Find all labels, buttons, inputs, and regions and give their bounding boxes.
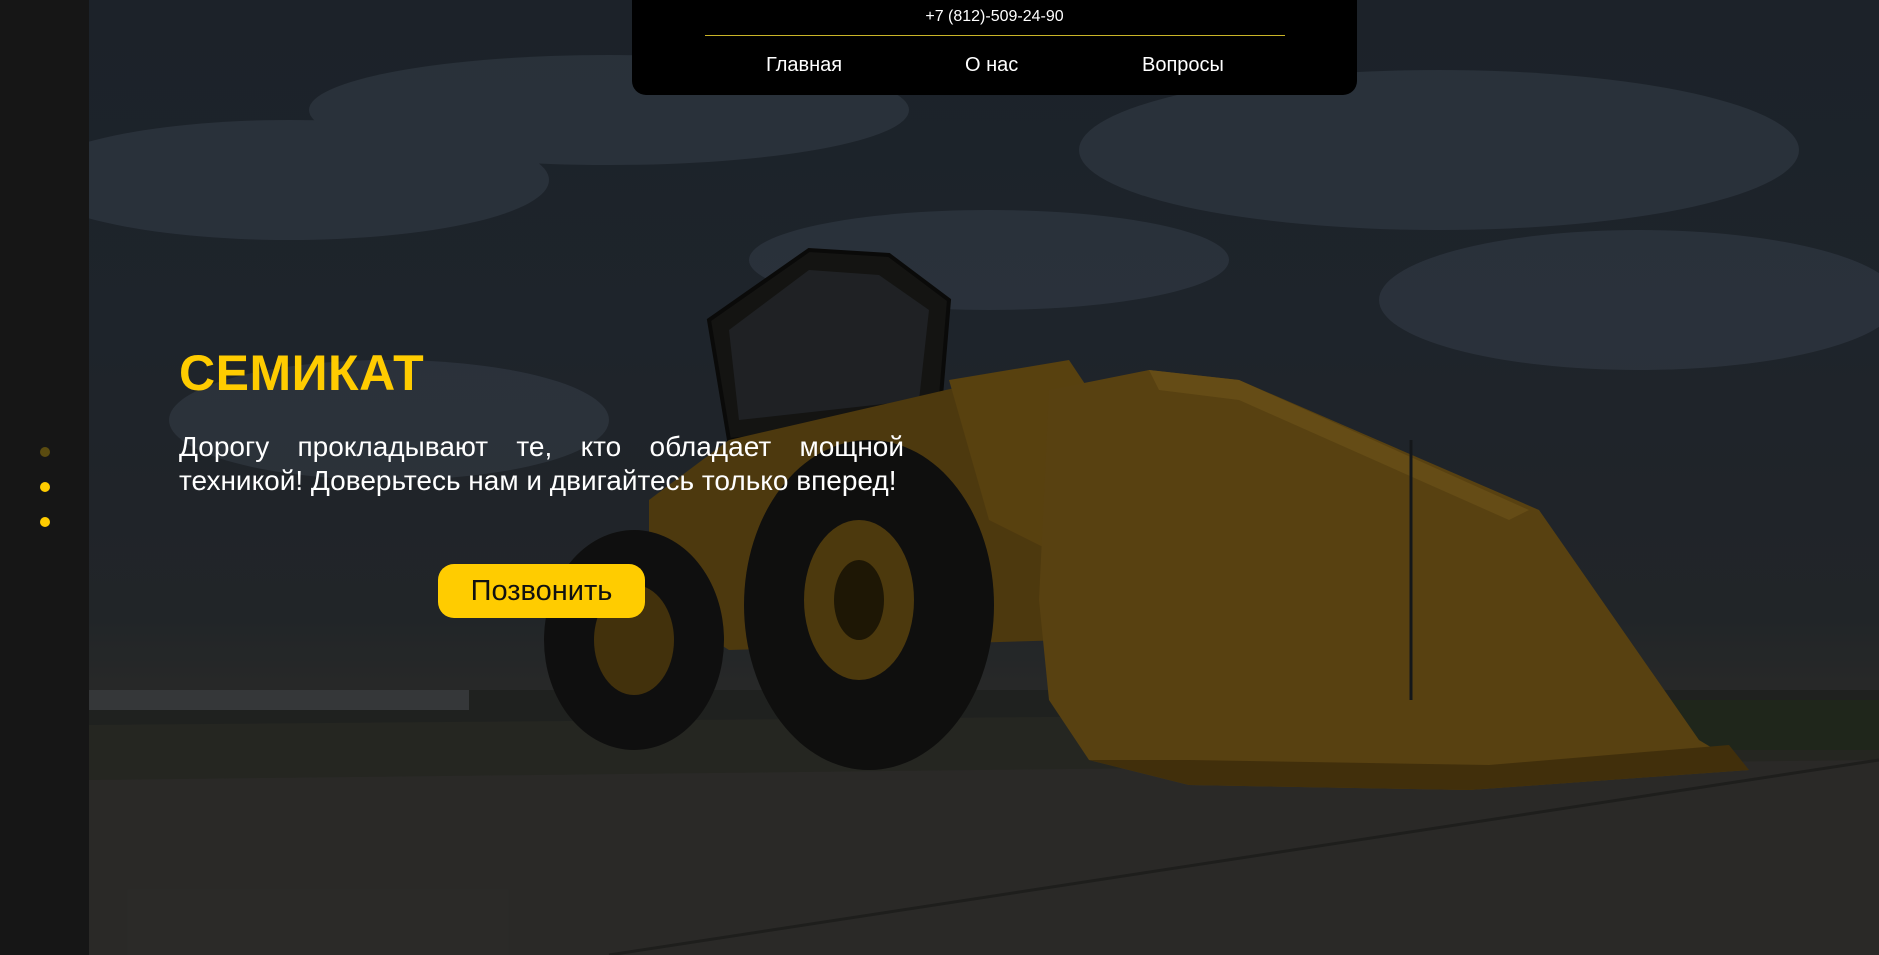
slider-dot-1[interactable] <box>40 447 50 457</box>
hero-title: СЕМИКАТ <box>179 345 425 401</box>
page: +7 (812)-509-24-90 Главная О нас Вопросы… <box>0 0 1879 955</box>
hero-description: Дорогу прокладывают те, кто обладает мощ… <box>179 431 904 496</box>
nav-item-about[interactable]: О нас <box>965 54 1018 77</box>
nav-item-faq[interactable]: Вопросы <box>1142 54 1224 77</box>
phone-number[interactable]: +7 (812)-509-24-90 <box>632 8 1357 26</box>
header-divider <box>705 35 1285 36</box>
nav-item-home[interactable]: Главная <box>766 54 842 77</box>
slider-dot-2[interactable] <box>40 482 50 492</box>
slider-dot-3[interactable] <box>40 517 50 527</box>
side-strip <box>0 0 89 955</box>
call-button[interactable]: Позвонить <box>438 564 645 618</box>
top-header: +7 (812)-509-24-90 Главная О нас Вопросы <box>632 0 1357 95</box>
slider-dots <box>40 447 52 552</box>
